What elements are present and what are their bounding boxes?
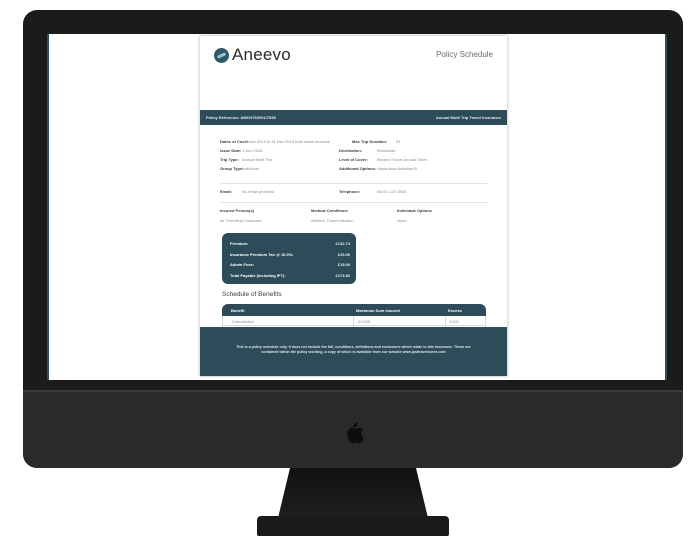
detail-label: Trip Type: (220, 157, 239, 162)
benefits-table-header: Benefit Maximum Sum Insured Excess (222, 304, 486, 316)
detail-value: No email provided (242, 189, 275, 194)
detail-value: 31 (396, 139, 401, 144)
apple-logo-icon (343, 421, 367, 445)
table-row: Cancellation £3,000 £100 (222, 316, 486, 326)
desktop-scene: Aneevo Policy Schedule Policy Reference:… (0, 0, 690, 536)
premium-label: Insurance Premium Tax @ 10.0%: (230, 252, 294, 257)
detail-value: 1 Jan 2019 to 31 Dec 2019 both dates inc… (246, 139, 331, 144)
divider (220, 202, 487, 203)
premium-value: £15.00 (337, 262, 350, 267)
detail-label: Additional Options: (339, 166, 377, 171)
premium-label: Premium: (230, 241, 249, 246)
premium-row: Insurance Premium Tax @ 10.0%: £26.06 (230, 252, 350, 258)
document-header: Aneevo Policy Schedule (200, 36, 507, 74)
policy-reference: Policy Reference: ANE/0760001/7658 (206, 115, 276, 120)
document-footer: This is a policy schedule only. It does … (200, 327, 507, 376)
divider (220, 183, 487, 184)
sum-insured-cell: £3,000 (353, 316, 370, 325)
detail-label: Telephone: (339, 189, 361, 194)
benefit-cell: Cancellation (232, 319, 255, 324)
premium-row: Admin Fees: £15.00 (230, 262, 350, 268)
premium-row: Total Payable (including IPT): £173.80 (230, 273, 350, 279)
detail-value: 06101 123 1555 (377, 189, 406, 194)
policy-type: Annual Multi Trip Travel Insurance (435, 115, 501, 120)
screen-edge-left (47, 34, 49, 380)
medical-conditions-value: Asthma, Chest Infection (311, 218, 354, 223)
detail-value: Hazardous Activities B (377, 166, 417, 171)
premium-value: £173.80 (335, 273, 350, 278)
detail-label: Issue Date: (220, 148, 242, 153)
detail-row: Issue Date: 1 Dec 2018 Destination: Worl… (220, 148, 495, 157)
detail-value: 1 Dec 2018 (242, 148, 263, 153)
detail-row: Trip Type: Annual Multi Trip Level of Co… (220, 157, 495, 166)
premium-value: £26.06 (337, 252, 350, 257)
detail-value: Beyond Travel Annual Silver (377, 157, 428, 162)
detail-row: Group Type: Individual Additional Option… (220, 166, 495, 175)
detail-label: Group Type: (220, 166, 244, 171)
detail-value: Annual Multi Trip (242, 157, 272, 162)
benefits-title: Schedule of Benefits (222, 291, 282, 298)
policy-document: Aneevo Policy Schedule Policy Reference:… (200, 36, 507, 376)
insured-persons-value: Mr Travelling Customer (220, 218, 262, 223)
column-header: Maximum Sum Insured (356, 308, 400, 313)
premium-summary: Premium: £132.74 Insurance Premium Tax @… (222, 233, 356, 284)
column-header: Benefit (231, 308, 245, 313)
screen-edge-right (665, 34, 667, 380)
insured-persons-header: Insured Person(s) (220, 208, 255, 213)
detail-label: Email: (220, 189, 233, 194)
document-title: Policy Schedule (436, 50, 493, 59)
excess-cell: £100 (445, 316, 459, 325)
monitor-stand-foot (257, 516, 449, 536)
detail-label: Max Trip Duration: (352, 139, 388, 144)
premium-value: £132.74 (335, 241, 350, 246)
premium-row: Premium: £132.74 (230, 241, 350, 247)
detail-value: Worldwide (377, 148, 396, 153)
detail-label: Destination: (339, 148, 363, 153)
detail-label: Level of Cover: (339, 157, 368, 162)
medical-conditions-header: Medical Conditions (311, 208, 348, 213)
brand-name: Aneevo (232, 45, 291, 64)
premium-label: Total Payable (including IPT): (230, 273, 286, 278)
footer-disclaimer: This is a policy schedule only. It does … (236, 345, 471, 354)
detail-row: Email: No email provided Telephone: 0610… (220, 189, 495, 198)
premium-label: Admin Fees: (230, 262, 255, 267)
policy-details: Dates of Cover: 1 Jan 2019 to 31 Dec 201… (220, 139, 495, 175)
detail-row: Dates of Cover: 1 Jan 2019 to 31 Dec 201… (220, 139, 495, 148)
column-header: Excess (448, 308, 462, 313)
contact-details: Email: No email provided Telephone: 0610… (220, 189, 495, 198)
monitor-stand-neck (278, 468, 428, 518)
individual-options-header: Individual Options (397, 208, 432, 213)
policy-reference-bar: Policy Reference: ANE/0760001/7658 Annua… (200, 110, 507, 125)
detail-value: Individual (242, 166, 259, 171)
individual-options-value: None (397, 218, 407, 223)
aneevo-logo-icon (214, 48, 229, 63)
